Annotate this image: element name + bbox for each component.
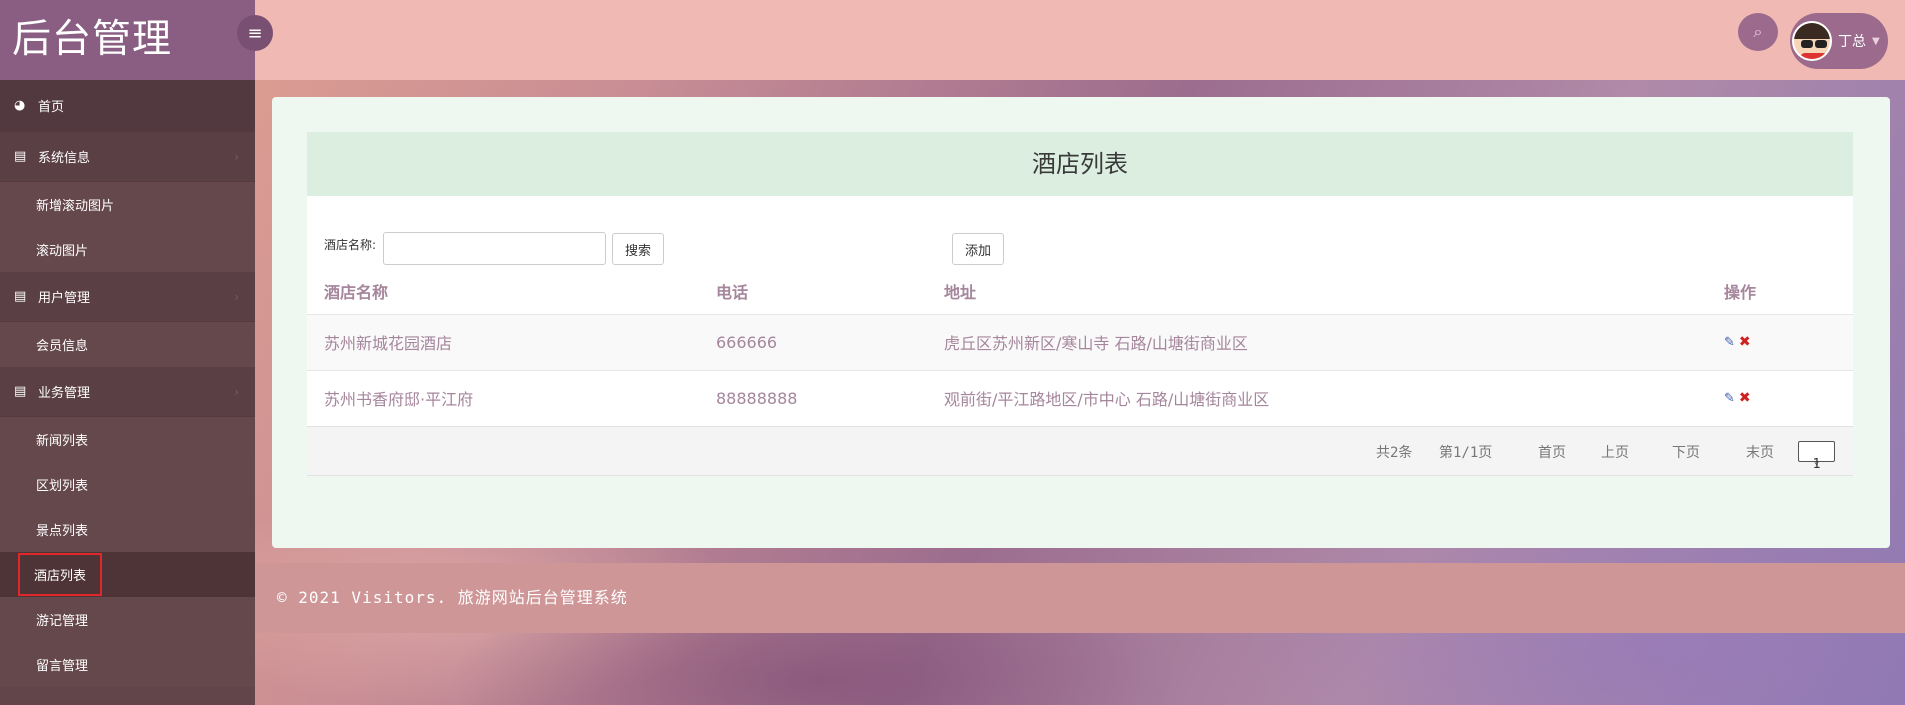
dashboard-icon: ◕ — [14, 98, 26, 113]
search-toolbar: 酒店名称: 搜索 添加 — [307, 196, 1853, 268]
topbar — [255, 0, 1905, 80]
book-icon: ▤ — [14, 289, 27, 304]
add-button[interactable]: 添加 — [952, 233, 1004, 265]
pencil-icon[interactable]: ✎ — [1724, 391, 1735, 406]
sidebar: 后台管理 ◕ 首页 ▤ 系统信息 › 新增滚动图片 滚动图片 ▤ 用户管理 › … — [0, 0, 255, 705]
sidebar-item-carousel[interactable]: 滚动图片 — [0, 227, 255, 272]
sidebar-group-label: 系统信息 — [38, 151, 91, 166]
chevron-down-icon: ⌄ — [1813, 457, 1820, 467]
pager-next-link[interactable]: 下页 — [1672, 442, 1700, 462]
sidebar-item-label: 新闻列表 — [36, 434, 89, 449]
sidebar-group-label: 业务管理 — [38, 386, 91, 401]
column-header: 地址 — [944, 282, 977, 302]
book-icon: ▤ — [14, 384, 27, 399]
sidebar-item-label: 会员信息 — [36, 339, 89, 354]
sidebar-item-label: 新增滚动图片 — [36, 199, 115, 214]
hotel-tel-cell: 88888888 — [699, 369, 927, 426]
sidebar-item-hotels[interactable]: 酒店列表 — [0, 552, 255, 597]
pager-total: 共2条 — [1376, 445, 1413, 461]
ops-cell: ✎ ✖ — [1707, 369, 1853, 426]
pager-last-link[interactable]: 末页 — [1746, 442, 1774, 462]
column-header: 酒店名称 — [324, 282, 389, 302]
sidebar-item-spots[interactable]: 景点列表 — [0, 507, 255, 552]
table-row: 苏州新城花园酒店 666666 虎丘区苏州新区/寒山寺 石路/山塘街商业区 ✎ … — [307, 313, 1853, 370]
hotel-name-input[interactable] — [383, 232, 606, 265]
x-icon[interactable]: ✖ — [1739, 390, 1751, 406]
hotel-addr-cell: 观前街/平江路地区/市中心 石路/山塘街商业区 — [927, 369, 1707, 426]
user-name: 丁总 — [1838, 34, 1866, 50]
chevron-right-icon: › — [234, 289, 239, 304]
content-card: 酒店列表 酒店名称: 搜索 添加 酒店名称 电话 地址 操作 苏州新城花园酒店 … — [272, 97, 1890, 548]
sidebar-toggle-button[interactable]: ≡ — [237, 15, 273, 51]
search-label: 酒店名称: — [324, 238, 377, 252]
caret-down-icon: ▼ — [1872, 35, 1880, 47]
sidebar-group-label: 用户管理 — [38, 291, 91, 306]
chevron-right-icon: › — [234, 384, 239, 399]
hotel-name-cell: 苏州书香府邸·平江府 — [307, 369, 699, 426]
table-header-row: 酒店名称 电话 地址 操作 — [307, 268, 1853, 314]
brand-title: 后台管理 — [0, 0, 255, 80]
sidebar-item-add-carousel[interactable]: 新增滚动图片 — [0, 182, 255, 227]
search-icon: ⌕ — [1753, 22, 1763, 41]
book-icon: ▤ — [14, 149, 27, 164]
avatar — [1792, 21, 1832, 61]
page-title: 酒店列表 — [307, 132, 1853, 196]
x-icon[interactable]: ✖ — [1739, 334, 1751, 350]
sidebar-item-messages[interactable]: 留言管理 — [0, 642, 255, 687]
table-row: 苏州书香府邸·平江府 88888888 观前街/平江路地区/市中心 石路/山塘街… — [307, 369, 1853, 426]
sidebar-group-users[interactable]: ▤ 用户管理 › — [0, 272, 255, 322]
footer: © 2021 Visitors. 旅游网站后台管理系统 — [255, 563, 1905, 633]
pencil-icon[interactable]: ✎ — [1724, 335, 1735, 350]
sidebar-item-label: 滚动图片 — [36, 244, 89, 259]
menu-icon: ≡ — [247, 22, 263, 44]
hotel-panel: 酒店列表 酒店名称: 搜索 添加 酒店名称 电话 地址 操作 苏州新城花园酒店 … — [307, 132, 1853, 476]
sidebar-item-home[interactable]: ◕ 首页 — [0, 80, 255, 132]
sidebar-item-districts[interactable]: 区划列表 — [0, 462, 255, 507]
sidebar-item-label: 区划列表 — [36, 479, 89, 494]
column-header: 电话 — [716, 282, 749, 302]
sidebar-group-system[interactable]: ▤ 系统信息 › — [0, 132, 255, 182]
chevron-right-icon: › — [234, 149, 239, 164]
sidebar-group-business[interactable]: ▤ 业务管理 › — [0, 367, 255, 417]
sidebar-menu: ◕ 首页 ▤ 系统信息 › 新增滚动图片 滚动图片 ▤ 用户管理 › 会员信息 … — [0, 80, 255, 687]
pagination: 共2条 第1/1页 首页 上页 下页 末页 1 ⌄ — [307, 426, 1853, 476]
sidebar-item-travelogues[interactable]: 游记管理 — [0, 597, 255, 642]
sidebar-item-members[interactable]: 会员信息 — [0, 322, 255, 367]
hotel-addr-cell: 虎丘区苏州新区/寒山寺 石路/山塘街商业区 — [927, 313, 1707, 370]
sidebar-item-label: 首页 — [38, 100, 65, 115]
sidebar-item-label: 游记管理 — [36, 614, 89, 629]
hotel-tel-cell: 666666 — [699, 313, 927, 370]
column-header: 操作 — [1724, 282, 1757, 302]
search-submit-button[interactable]: 搜索 — [612, 233, 664, 265]
ops-cell: ✎ ✖ — [1707, 313, 1853, 370]
pager-first-link[interactable]: 首页 — [1538, 442, 1566, 462]
panel-body: 酒店名称: 搜索 添加 酒店名称 电话 地址 操作 苏州新城花园酒店 66666… — [307, 196, 1853, 476]
sidebar-item-label: 酒店列表 — [17, 553, 103, 596]
search-button[interactable]: ⌕ — [1738, 13, 1778, 51]
page-select[interactable]: 1 ⌄ — [1798, 441, 1835, 472]
pager-prev-link[interactable]: 上页 — [1601, 442, 1629, 462]
sidebar-item-news[interactable]: 新闻列表 — [0, 417, 255, 462]
sidebar-item-label: 留言管理 — [36, 659, 89, 674]
user-menu[interactable]: 丁总 ▼ — [1790, 13, 1888, 69]
pager-current: 第1/1页 — [1439, 445, 1493, 461]
sidebar-item-label: 景点列表 — [36, 524, 89, 539]
hotel-name-cell: 苏州新城花园酒店 — [307, 313, 699, 370]
hotel-table: 酒店名称 电话 地址 操作 苏州新城花园酒店 666666 虎丘区苏州新区/寒山… — [307, 268, 1853, 426]
